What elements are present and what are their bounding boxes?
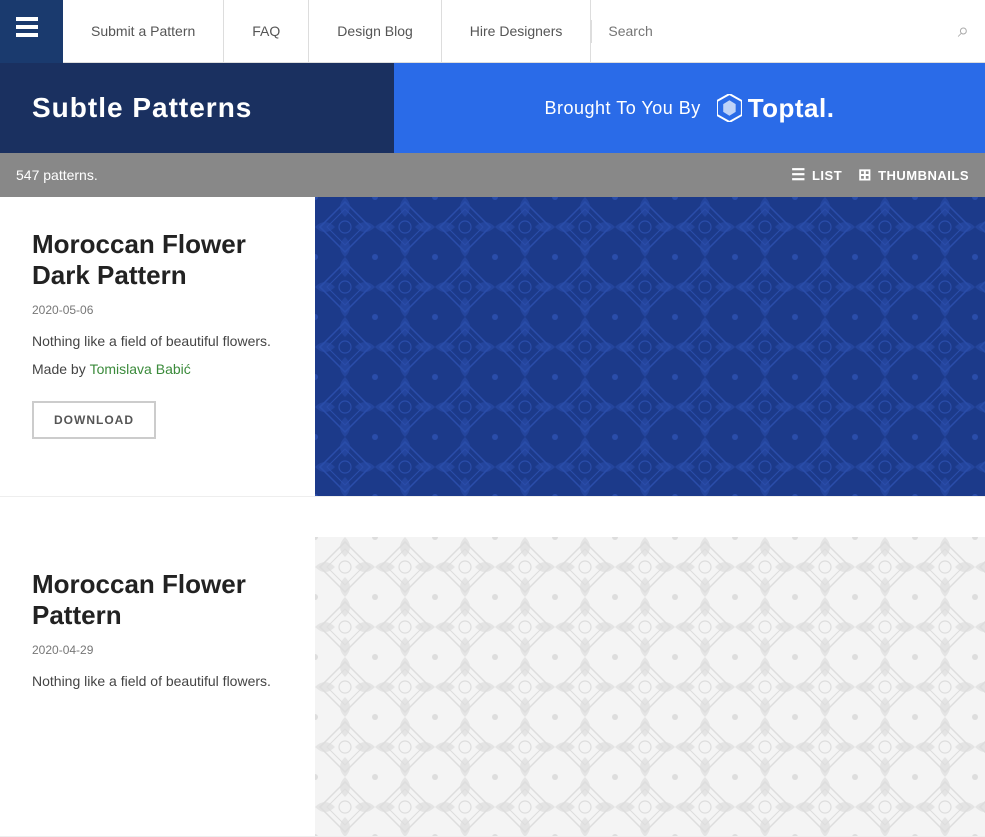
pattern-description: Nothing like a field of beautiful flower…	[32, 333, 283, 349]
list-icon: ☰	[791, 165, 806, 185]
patterns-count: 547 patterns.	[16, 167, 98, 183]
patterns-bar: 547 patterns. ☰ LIST ⊞ THUMBNAILS	[0, 153, 985, 197]
thumbnails-icon: ⊞	[858, 165, 872, 185]
pattern-author: Made by Tomislava Babić	[32, 361, 283, 377]
pattern-date: 2020-05-06	[32, 303, 283, 317]
list-view-toggle[interactable]: ☰ LIST	[791, 165, 842, 185]
gap-section	[0, 497, 985, 537]
pattern-title: Moroccan Flower Pattern	[32, 569, 283, 631]
pattern-entry: Moroccan Flower Dark Pattern 2020-05-06 …	[0, 197, 985, 497]
pattern-light-texture	[315, 537, 985, 836]
nav-links: Submit a Pattern FAQ Design Blog Hire De…	[63, 0, 591, 62]
pattern-info: Moroccan Flower Pattern 2020-04-29 Nothi…	[0, 537, 315, 836]
download-button[interactable]: DOWNLOAD	[32, 401, 156, 439]
brought-by-text: Brought To You By	[545, 98, 701, 119]
toptal-name: Toptal.	[748, 93, 835, 124]
thumbnails-label: THUMBNAILS	[878, 168, 969, 183]
pattern-info: Moroccan Flower Dark Pattern 2020-05-06 …	[0, 197, 315, 496]
pattern-preview-light	[315, 537, 985, 836]
toptal-logo[interactable]: Toptal.	[717, 93, 835, 124]
logo[interactable]	[0, 0, 63, 63]
search-input[interactable]	[608, 23, 949, 39]
search-icon[interactable]: ⌕	[958, 20, 969, 43]
banner-right: Brought To You By Toptal.	[394, 63, 985, 153]
view-toggles: ☰ LIST ⊞ THUMBNAILS	[791, 165, 969, 185]
pattern-date: 2020-04-29	[32, 643, 283, 657]
banner-title: Subtle Patterns	[32, 92, 252, 124]
pattern-dark-texture	[315, 197, 985, 496]
nav-submit-pattern[interactable]: Submit a Pattern	[63, 0, 224, 62]
nav-design-blog[interactable]: Design Blog	[309, 0, 442, 62]
pattern-description: Nothing like a field of beautiful flower…	[32, 673, 283, 689]
pattern-title: Moroccan Flower Dark Pattern	[32, 229, 283, 291]
nav-faq[interactable]: FAQ	[224, 0, 309, 62]
author-link[interactable]: Tomislava Babić	[90, 361, 191, 377]
pattern-preview-dark	[315, 197, 985, 496]
pattern-entry: Moroccan Flower Pattern 2020-04-29 Nothi…	[0, 537, 985, 837]
search-bar: ⌕	[591, 20, 985, 43]
thumbnails-view-toggle[interactable]: ⊞ THUMBNAILS	[858, 165, 969, 185]
banner: Subtle Patterns Brought To You By Toptal…	[0, 63, 985, 153]
banner-left: Subtle Patterns	[0, 63, 394, 153]
nav-hire-designers[interactable]: Hire Designers	[442, 0, 592, 62]
list-label: LIST	[812, 168, 842, 183]
navigation: Submit a Pattern FAQ Design Blog Hire De…	[0, 0, 985, 63]
